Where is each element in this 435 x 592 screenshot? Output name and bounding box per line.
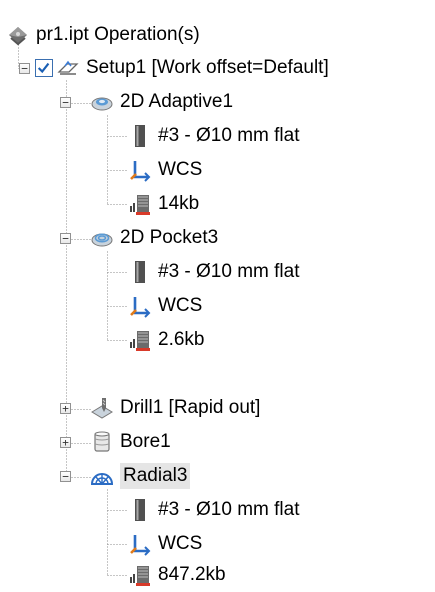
pocket-size-label: 2.6kb	[158, 329, 205, 350]
radial-op-icon	[90, 464, 114, 488]
setup-icon	[56, 56, 80, 80]
bore-op-icon	[90, 430, 114, 454]
check-icon	[37, 62, 50, 74]
pocket-op-icon	[90, 226, 114, 250]
radial-label: Radial3	[120, 463, 191, 489]
radial-wcs-label: WCS	[158, 533, 203, 554]
radial-expander[interactable]: −	[60, 471, 71, 482]
wcs-icon	[128, 294, 152, 318]
root-label: pr1.ipt Operation(s)	[36, 24, 200, 45]
operations-tree: pr1.ipt Operation(s) − Setup1 [Work offs…	[0, 0, 435, 586]
tree-node-pocket[interactable]: 2D Pocket3	[90, 221, 218, 255]
setup-expander[interactable]: −	[19, 63, 30, 74]
radial-size-label: 847.2kb	[158, 564, 226, 585]
adaptive-tool-label: #3 - Ø10 mm flat	[158, 125, 300, 146]
tree-node-adaptive[interactable]: 2D Adaptive1	[90, 85, 233, 119]
drill-expander[interactable]: +	[60, 403, 71, 414]
pocket-label: 2D Pocket3	[120, 227, 219, 248]
pocket-tool-label: #3 - Ø10 mm flat	[158, 261, 300, 282]
radial-file-row[interactable]: 847.2kb	[128, 558, 226, 592]
drill-op-icon	[90, 396, 114, 420]
radial-tool-label: #3 - Ø10 mm flat	[158, 499, 300, 520]
wcs-icon	[128, 158, 152, 182]
toolpath-file-icon	[128, 192, 152, 216]
pocket-file-row[interactable]: 2.6kb	[128, 323, 204, 357]
tool-icon	[128, 498, 152, 522]
adaptive-wcs-row[interactable]: WCS	[128, 153, 202, 187]
drill-label: Drill1 [Rapid out]	[120, 397, 261, 418]
adaptive-expander[interactable]: −	[60, 97, 71, 108]
pocket-expander[interactable]: −	[60, 233, 71, 244]
tree-node-root[interactable]: pr1.ipt Operation(s)	[6, 18, 200, 52]
adaptive-wcs-label: WCS	[158, 159, 203, 180]
adaptive-file-row[interactable]: 14kb	[128, 187, 199, 221]
setup-label: Setup1 [Work offset=Default]	[86, 57, 329, 78]
tree-node-setup[interactable]: Setup1 [Work offset=Default]	[56, 51, 329, 85]
adaptive-size-label: 14kb	[158, 193, 200, 214]
tree-node-radial[interactable]: Radial3	[90, 459, 191, 493]
tree-node-bore[interactable]: Bore1	[90, 425, 171, 459]
tree-node-drill[interactable]: Drill1 [Rapid out]	[90, 391, 260, 425]
toolpath-file-icon	[128, 328, 152, 352]
toolpath-file-icon	[128, 563, 152, 587]
pocket-wcs-label: WCS	[158, 295, 203, 316]
pocket-tool-row[interactable]: #3 - Ø10 mm flat	[128, 255, 300, 289]
adaptive-op-icon	[90, 90, 114, 114]
radial-wcs-row[interactable]: WCS	[128, 527, 202, 561]
setup-checkbox[interactable]	[35, 59, 53, 77]
adaptive-label: 2D Adaptive1	[120, 91, 234, 112]
bore-expander[interactable]: +	[60, 437, 71, 448]
pocket-wcs-row[interactable]: WCS	[128, 289, 202, 323]
tool-icon	[128, 260, 152, 284]
bore-label: Bore1	[120, 431, 171, 452]
wcs-icon	[128, 532, 152, 556]
radial-tool-row[interactable]: #3 - Ø10 mm flat	[128, 493, 300, 527]
cam-operations-icon	[6, 23, 30, 47]
adaptive-tool-row[interactable]: #3 - Ø10 mm flat	[128, 119, 300, 153]
tool-icon	[128, 124, 152, 148]
